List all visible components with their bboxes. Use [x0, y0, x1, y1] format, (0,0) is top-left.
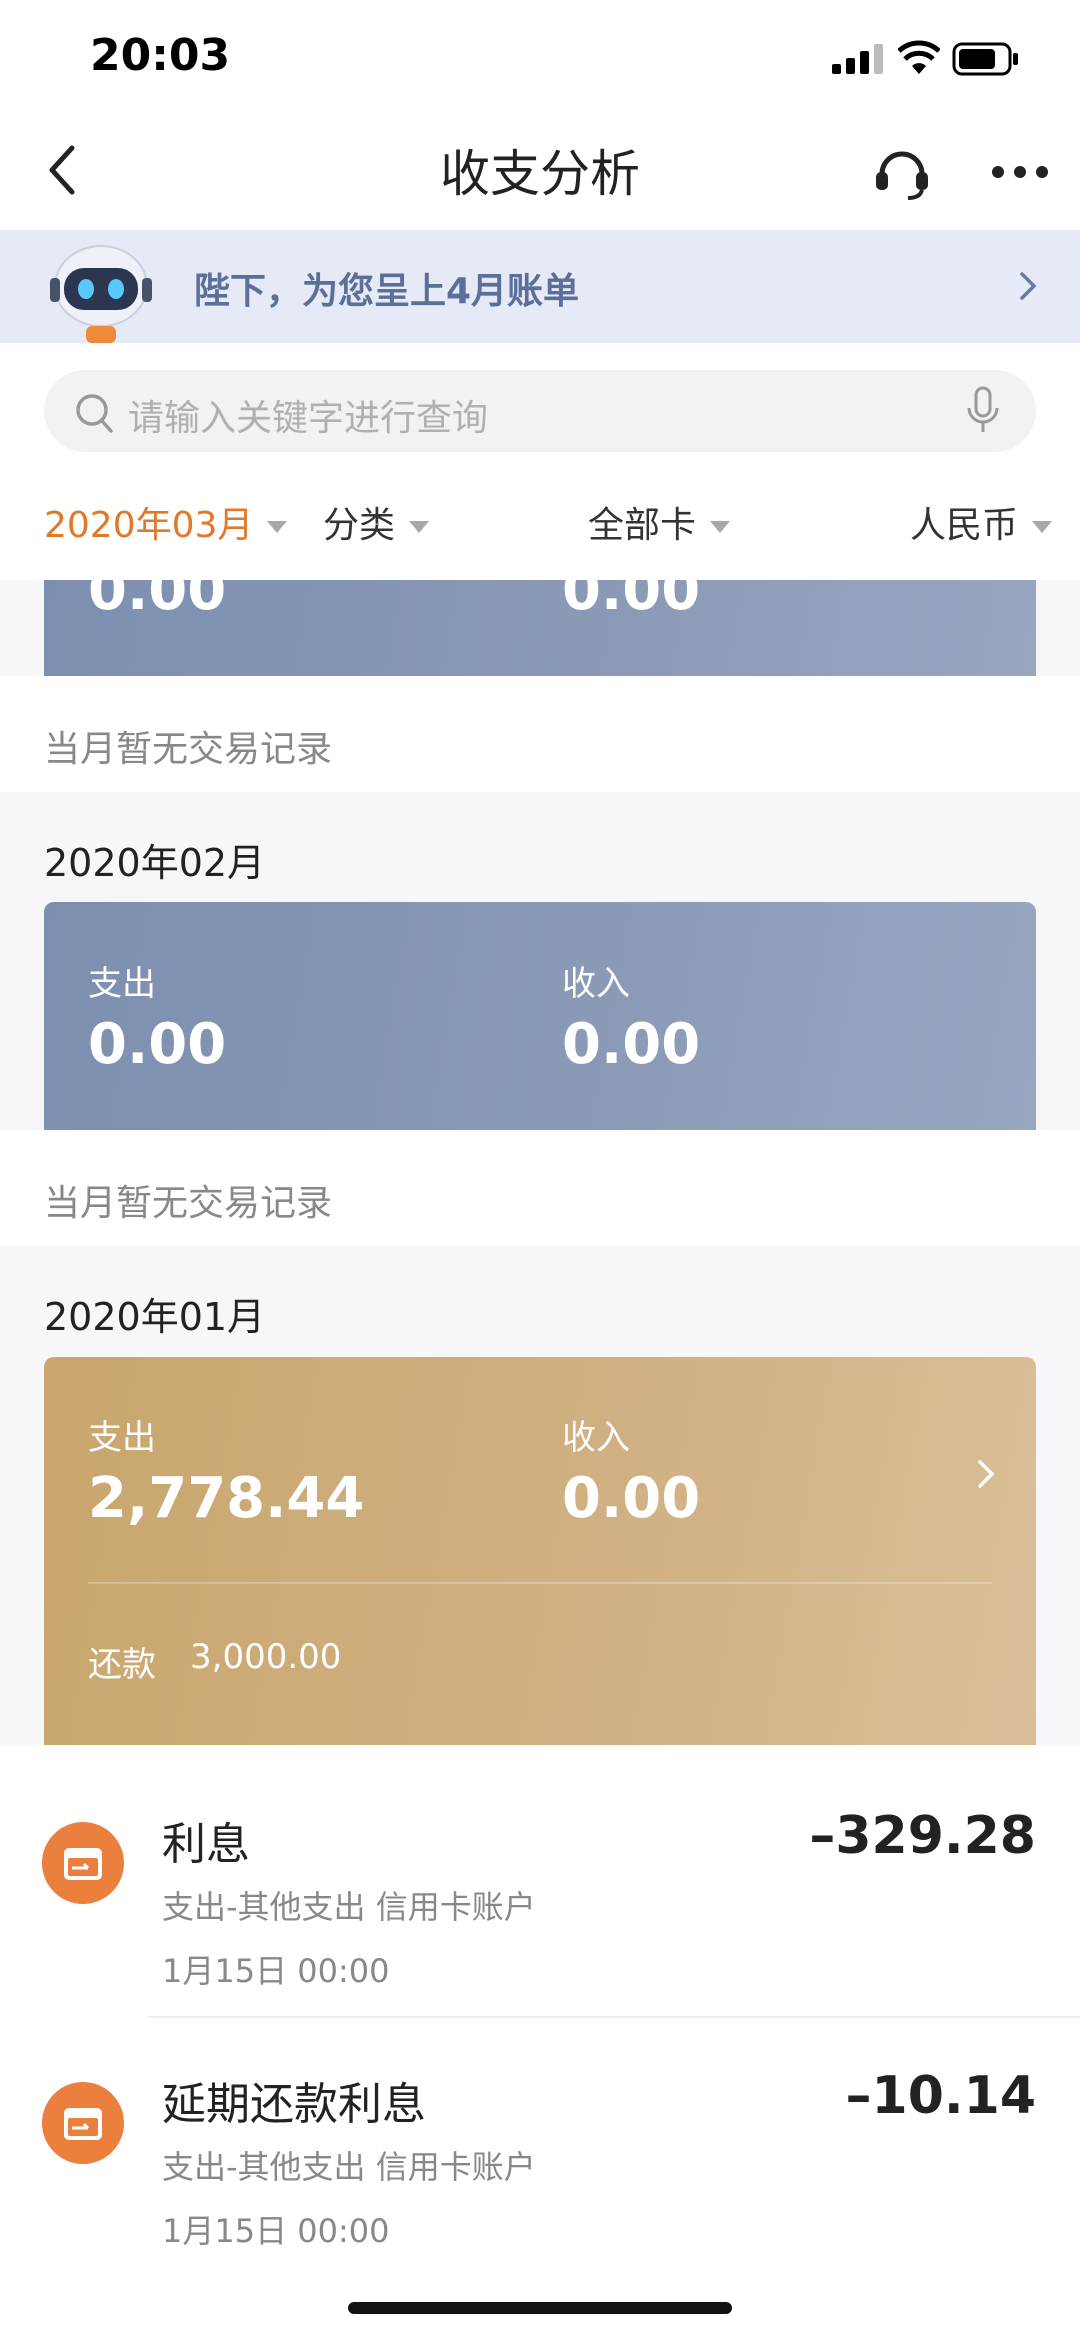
month-summary-card-2020-01[interactable]	[44, 1357, 1036, 1745]
card-divider	[88, 1582, 992, 1584]
banner-text: 陛下，为您呈上4月账单	[194, 271, 580, 312]
transaction-title[interactable]: 利息	[162, 1808, 250, 1872]
search-placeholder: 请输入关键字进行查询	[128, 398, 489, 439]
filter-category[interactable]: 分类	[323, 496, 430, 548]
transaction-category: 支出-其他支出 信用卡账户	[162, 1888, 536, 1926]
card-transfer-icon	[64, 1848, 102, 1880]
expense-amount: 0.00	[88, 1012, 227, 1077]
transaction-category-icon	[42, 1822, 124, 1904]
status-time: 20:03	[90, 30, 231, 81]
caret-down-icon	[710, 521, 731, 533]
chevron-right-icon[interactable]	[974, 1456, 998, 1492]
microphone-icon[interactable]	[966, 386, 1000, 436]
transaction-amount: –329.28	[809, 1806, 1036, 1866]
expense-amount: 2,778.44	[88, 1466, 365, 1531]
transaction-category: 支出-其他支出 信用卡账户	[162, 2148, 536, 2186]
home-indicator[interactable]	[348, 2302, 732, 2314]
card-transfer-icon	[64, 2108, 102, 2140]
income-label: 收入	[562, 964, 630, 1004]
no-record-text: 当月暂无交易记录	[44, 1183, 333, 1224]
battery-icon	[952, 42, 1018, 76]
caret-down-icon	[267, 521, 288, 533]
no-record-text: 当月暂无交易记录	[44, 729, 333, 770]
caret-down-icon	[1032, 521, 1053, 533]
filter-month[interactable]: 2020年03月	[44, 496, 288, 548]
chevron-right-icon	[1020, 272, 1037, 300]
income-label: 收入	[562, 1418, 630, 1458]
customer-service-icon[interactable]	[870, 140, 934, 204]
expense-label: 支出	[88, 1418, 156, 1458]
transaction-date: 1月15日 00:00	[162, 1952, 390, 1990]
month-header: 2020年02月	[44, 841, 266, 885]
signal-icon	[832, 44, 883, 74]
month-header: 2020年01月	[44, 1295, 266, 1339]
search-icon	[76, 394, 113, 433]
expense-label: 支出	[88, 964, 156, 1004]
repay-amount: 3,000.00	[190, 1637, 342, 1677]
transaction-category-icon	[42, 2082, 124, 2164]
transaction-amount: –10.14	[845, 2066, 1036, 2126]
transaction-title[interactable]: 延期还款利息	[162, 2068, 426, 2132]
income-amount: 0.00	[562, 1012, 701, 1077]
filter-card[interactable]: 全部卡	[588, 496, 731, 548]
filter-currency[interactable]: 人民币	[910, 496, 1053, 548]
transaction-date: 1月15日 00:00	[162, 2212, 390, 2250]
more-icon[interactable]	[990, 160, 1050, 184]
list-divider	[148, 2016, 1080, 2018]
robot-mascot-icon	[50, 245, 152, 343]
income-amount: 0.00	[562, 1466, 701, 1531]
repay-label: 还款	[88, 1645, 156, 1685]
wifi-icon	[898, 40, 940, 74]
caret-down-icon	[409, 521, 430, 533]
